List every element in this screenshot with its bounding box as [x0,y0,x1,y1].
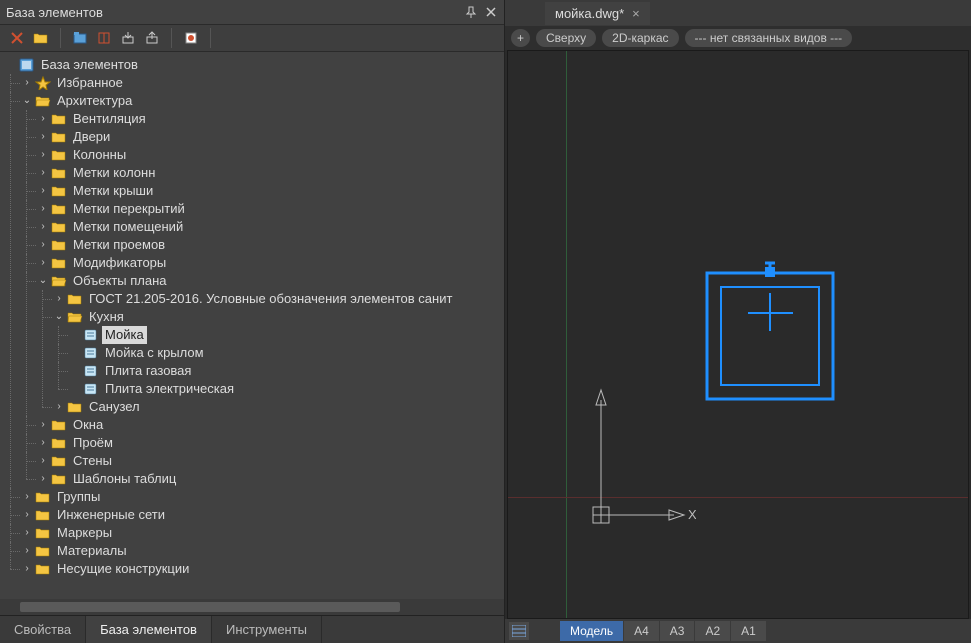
view-top-pill[interactable]: Сверху [536,29,596,47]
tree-plan-objects[interactable]: ⌄Объекты плана [36,272,504,290]
canvas-tab-a1[interactable]: А1 [731,621,766,641]
expander-open-icon[interactable]: ⌄ [22,96,32,106]
document-tab[interactable]: мойка.dwg* × [545,2,650,25]
axis-y-line [566,51,567,618]
tree-item[interactable]: ›Метки помещений [36,218,504,236]
tree-favorites[interactable]: › Избранное [20,74,504,92]
canvas-tab-a4[interactable]: А4 [624,621,659,641]
canvas-area: мойка.dwg* × + Сверху 2D-каркас --- нет … [505,0,971,643]
document-tabs: мойка.dwg* × [505,0,971,26]
scrollbar-thumb[interactable] [20,602,400,612]
canvas-bottom-tabs: Модель А4 А3 А2 А1 [505,619,971,643]
tab-tools[interactable]: Инструменты [212,616,322,643]
tree-item[interactable]: ›Стены [36,452,504,470]
tree-item[interactable]: ›Материалы [20,542,504,560]
tree-item[interactable]: ›Проём [36,434,504,452]
tool-import-icon[interactable] [119,29,137,47]
panel-header: База элементов [0,0,504,24]
canvas-tab-model[interactable]: Модель [560,621,623,641]
tab-elements-db[interactable]: База элементов [86,616,212,643]
tool-grid-red-icon[interactable] [95,29,113,47]
panel-title: База элементов [6,5,103,20]
svg-text:X: X [688,507,696,522]
tool-delete-icon[interactable] [8,29,26,47]
view-add-button[interactable]: + [511,29,530,47]
elements-panel: База элементов База элемент [0,0,505,643]
document-tab-label: мойка.dwg* [555,6,624,21]
tree-item[interactable]: ›Шаблоны таблиц [36,470,504,488]
tree-item[interactable]: ›Метки крыши [36,182,504,200]
panel-toolbar [0,24,504,52]
tree-root[interactable]: База элементов [4,56,504,74]
horizontal-scrollbar[interactable] [0,599,504,615]
close-tab-icon[interactable]: × [632,6,640,21]
tree-item[interactable]: ›Маркеры [20,524,504,542]
tool-folder-icon[interactable] [32,29,50,47]
tree-item[interactable]: ›ГОСТ 21.205-2016. Условные обозначения … [52,290,504,308]
tool-grid-blue-icon[interactable] [71,29,89,47]
tree-architecture[interactable]: ⌄ Архитектура [20,92,504,110]
tree-root-label: База элементов [38,56,141,74]
tree-item[interactable]: Мойка с крылом [68,344,504,362]
tree-item[interactable]: ›Инженерные сети [20,506,504,524]
tool-refresh-icon[interactable] [182,29,200,47]
tree-item[interactable]: ›Окна [36,416,504,434]
layout-grid-icon[interactable] [509,622,529,640]
tab-properties[interactable]: Свойства [0,616,86,643]
canvas-tab-a3[interactable]: А3 [660,621,695,641]
canvas-tab-a2[interactable]: А2 [695,621,730,641]
view-linked-pill[interactable]: --- нет связанных видов --- [685,29,853,47]
view-controls: + Сверху 2D-каркас --- нет связанных вид… [505,26,971,50]
panel-bottom-tabs: Свойства База элементов Инструменты [0,615,504,643]
axis-x-line [508,497,968,498]
tree-sink[interactable]: Мойка [68,326,504,344]
pin-icon[interactable] [464,5,478,19]
viewport[interactable]: Y X [507,50,969,619]
tree-container[interactable]: База элементов › Избранное ⌄ [0,52,504,599]
tree-item[interactable]: ›Несущие конструкции [20,560,504,578]
tree-item[interactable]: Плита газовая [68,362,504,380]
tree-kitchen[interactable]: ⌄Кухня [52,308,504,326]
view-wireframe-pill[interactable]: 2D-каркас [602,29,678,47]
tree-item[interactable]: ›Метки колонн [36,164,504,182]
tree-item[interactable]: ›Санузел [52,398,504,416]
tree-item[interactable]: Плита электрическая [68,380,504,398]
tree-item[interactable]: ›Модификаторы [36,254,504,272]
tree-item[interactable]: ›Колонны [36,146,504,164]
ucs-icon: Y X [586,385,696,545]
tree-item[interactable]: ›Вентиляция [36,110,504,128]
tree-item[interactable]: ›Двери [36,128,504,146]
tool-export-icon[interactable] [143,29,161,47]
svg-text:Y: Y [596,385,605,388]
tree-item[interactable]: ›Метки перекрытий [36,200,504,218]
tree-item[interactable]: ›Группы [20,488,504,506]
sink-drawing[interactable] [703,259,843,409]
tree-item[interactable]: ›Метки проемов [36,236,504,254]
expander-icon[interactable]: › [22,78,32,88]
close-panel-icon[interactable] [484,5,498,19]
tree-selected-label: Мойка [102,326,147,344]
